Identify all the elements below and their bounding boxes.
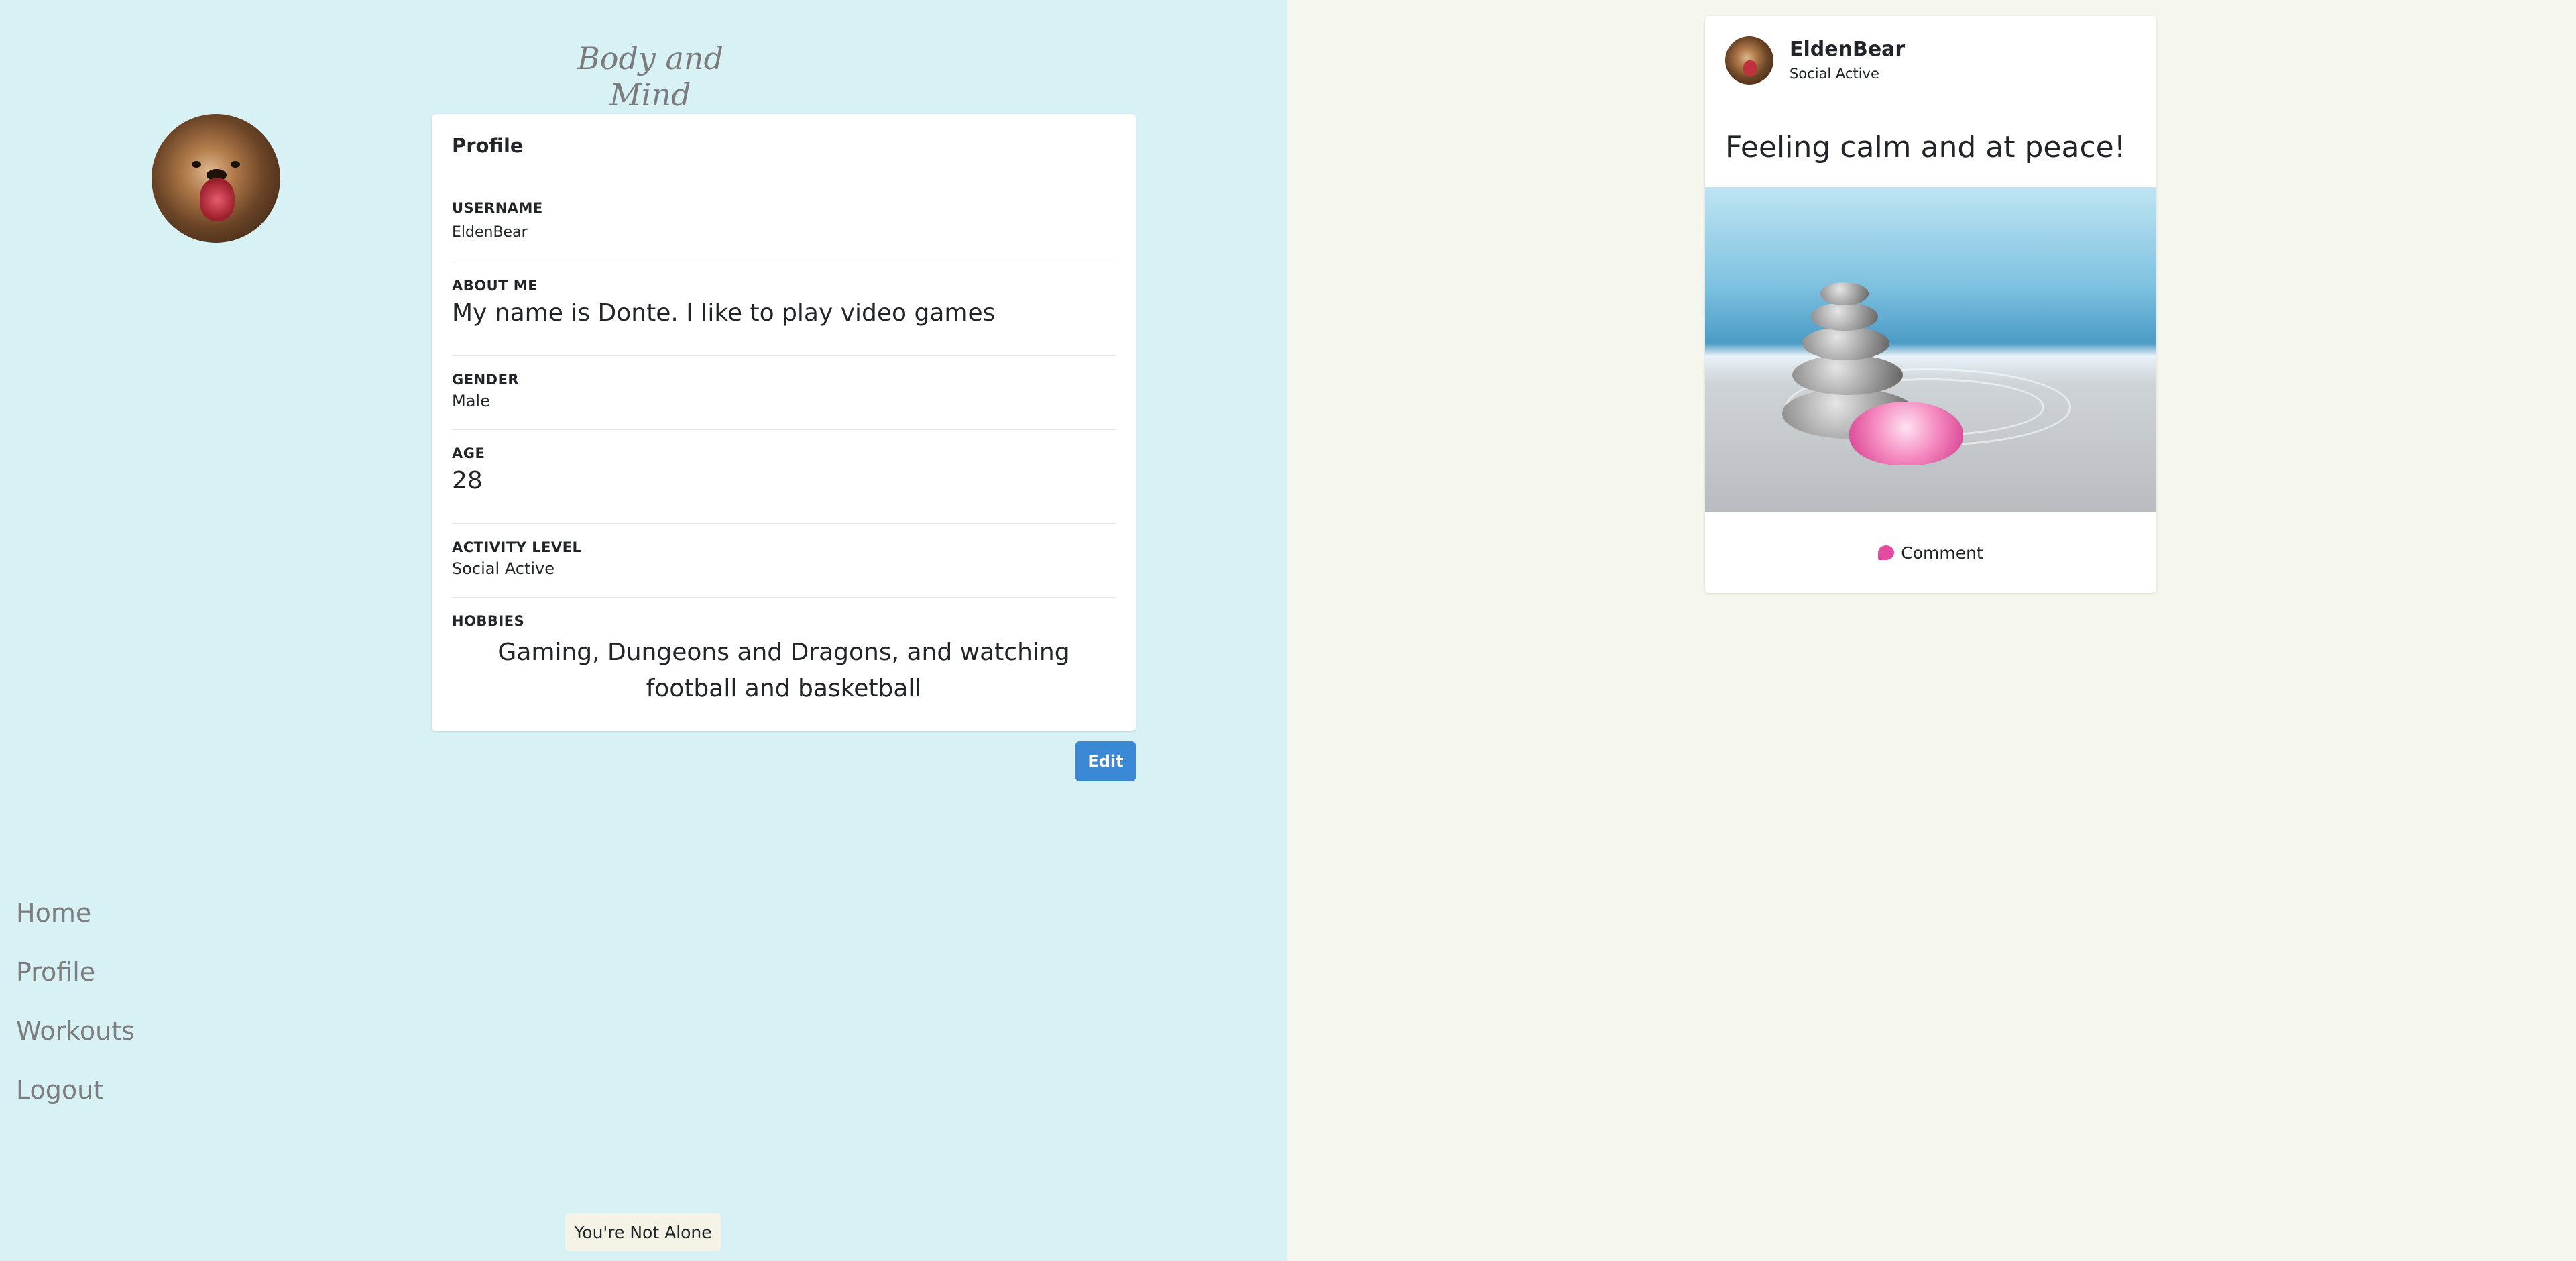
comment-button[interactable]: Comment: [1705, 539, 2156, 566]
field-username: USERNAME EldenBear: [452, 200, 1116, 241]
field-label: ACTIVITY LEVEL: [452, 539, 582, 555]
stone: [1811, 303, 1878, 331]
profile-card-title: Profile: [452, 134, 524, 157]
avatar-eye: [192, 161, 201, 168]
nav-item-logout[interactable]: Logout: [16, 1073, 135, 1132]
field-value: Gaming, Dungeons and Dragons, and watchi…: [497, 639, 1070, 702]
nav-item-workouts[interactable]: Workouts: [16, 1014, 135, 1073]
divider: [452, 597, 1116, 598]
field-hobbies: HOBBIES Gaming, Dungeons and Dragons, an…: [452, 613, 1116, 707]
field-value: Male: [452, 392, 490, 410]
sidebar-nav: Home Profile Workouts Logout: [16, 896, 135, 1132]
field-label: AGE: [452, 445, 485, 461]
avatar-mouth: [200, 178, 235, 221]
field-age: AGE 28: [452, 445, 1116, 494]
field-value: My name is Donte. I like to play video g…: [452, 299, 996, 327]
field-gender: GENDER Male: [452, 372, 1116, 410]
nav-item-profile[interactable]: Profile: [16, 955, 135, 1014]
lotus-flower: [1849, 402, 1963, 465]
app-title: Body and Mind: [577, 40, 724, 113]
nav-item-home[interactable]: Home: [16, 896, 135, 955]
field-value: EldenBear: [452, 224, 528, 241]
speech-bubble-icon: [1878, 545, 1895, 560]
field-value: Social Active: [452, 559, 555, 578]
left-pane: Body and Mind Profile USERNAME EldenBear…: [0, 0, 1287, 1261]
post-text: Feeling calm and at peace!: [1725, 130, 2126, 164]
avatar-eye: [231, 161, 240, 168]
edit-button[interactable]: Edit: [1075, 741, 1136, 781]
field-label: HOBBIES: [452, 613, 525, 629]
stone: [1820, 282, 1869, 305]
profile-avatar: [152, 114, 280, 243]
field-label: ABOUT ME: [452, 278, 538, 294]
divider: [452, 523, 1116, 524]
profile-card: Profile USERNAME EldenBear ABOUT ME My n…: [432, 114, 1136, 731]
field-about-me: ABOUT ME My name is Donte. I like to pla…: [452, 278, 1116, 327]
post-image: [1705, 187, 2156, 512]
post-author[interactable]: EldenBear: [1790, 38, 1905, 61]
avatar-mouth: [1743, 60, 1757, 76]
post-author-subtitle: Social Active: [1790, 66, 1879, 82]
field-activity-level: ACTIVITY LEVEL Social Active: [452, 539, 1116, 578]
footer-badge[interactable]: You're Not Alone: [565, 1213, 721, 1251]
divider: [452, 429, 1116, 430]
divider: [452, 355, 1116, 356]
comment-label: Comment: [1901, 543, 1983, 563]
post-avatar: [1725, 36, 1773, 85]
stone: [1792, 355, 1903, 395]
post-card: EldenBear Social Active Feeling calm and…: [1705, 16, 2156, 593]
field-label: USERNAME: [452, 200, 543, 216]
field-value: 28: [452, 467, 483, 494]
stone: [1802, 327, 1889, 360]
field-label: GENDER: [452, 372, 520, 388]
